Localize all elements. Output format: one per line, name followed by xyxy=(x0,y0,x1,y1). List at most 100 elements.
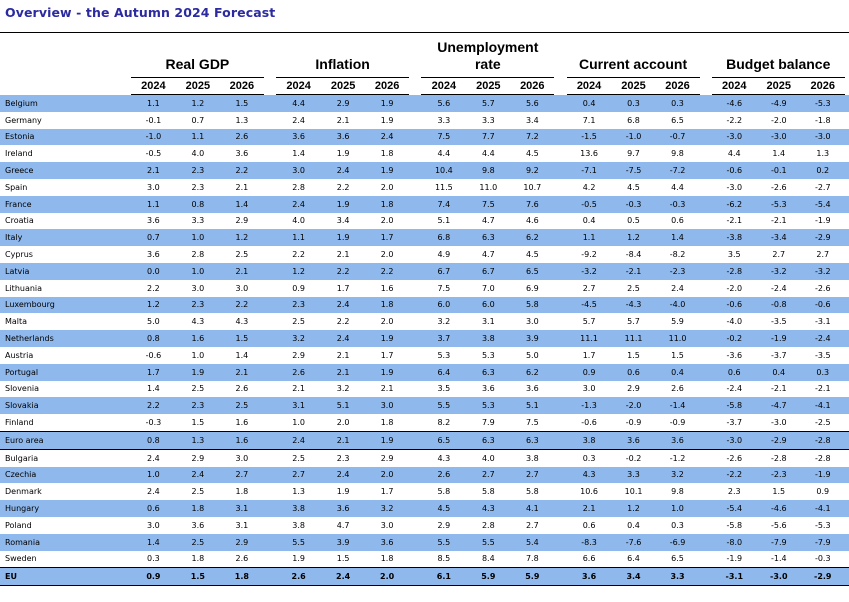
value-cell-real-gdp-2024: -0.1 xyxy=(145,115,162,125)
row-gap xyxy=(121,347,131,364)
table-row: Finland -0.3 1.5 1.6 1.0 2.0 1.8 8.2 7.9 7.5 -0.6 -… xyxy=(0,414,849,431)
value-cell-current-account-2025: 3.3 xyxy=(611,466,656,484)
row-gap xyxy=(121,280,131,297)
value-cell-real-gdp-2024: 1.1 xyxy=(130,94,176,112)
value-cell-real-gdp-2025: 0.8 xyxy=(175,195,220,213)
value-cell-inflation-2025: 2.9 xyxy=(321,94,366,112)
value-cell-real-gdp-2024: 0.8 xyxy=(130,330,176,347)
title-divider xyxy=(0,32,849,33)
value-cell-current-account-2024: 5.7 xyxy=(582,317,596,327)
value-cell-real-gdp-2026: 1.5 xyxy=(219,94,264,112)
row-gap xyxy=(699,567,712,586)
row-gap xyxy=(409,533,422,551)
value-cell-budget-balance-2026: 1.3 xyxy=(816,149,830,159)
value-cell-inflation-2026: 2.2 xyxy=(365,262,410,280)
country-label: Ireland xyxy=(5,149,33,159)
row-gap xyxy=(845,246,849,263)
row-gap xyxy=(554,551,566,568)
value-cell-real-gdp-2025: 1.6 xyxy=(175,330,220,347)
value-cell-current-account-2026: 6.5 xyxy=(671,115,684,125)
value-cell-budget-balance-2024: -2.6 xyxy=(726,453,743,463)
value-cell-inflation-2024: 2.5 xyxy=(292,317,305,327)
value-cell-real-gdp-2025: 2.8 xyxy=(191,250,205,260)
value-cell-unemployment-rate-2026: 7.6 xyxy=(510,195,555,213)
value-cell-inflation-2024: 3.2 xyxy=(276,330,322,347)
value-cell-real-gdp-2024: 0.9 xyxy=(130,567,176,586)
value-cell-unemployment-rate-2025: 7.0 xyxy=(481,283,495,293)
value-cell-budget-balance-2026: 0.2 xyxy=(800,162,845,179)
row-gap xyxy=(120,500,131,517)
row-gap xyxy=(699,430,712,450)
country-label: Italy xyxy=(0,229,121,247)
value-cell-unemployment-rate-2026: 2.7 xyxy=(510,466,555,484)
value-cell-inflation-2025: 2.2 xyxy=(321,262,366,280)
table-row: Latvia 0.0 1.0 2.1 1.2 2.2 2.2 6.7 6.7 6.5 -3.2 -2.… xyxy=(0,262,849,280)
value-cell-current-account-2024: -4.5 xyxy=(566,296,612,314)
value-cell-unemployment-rate-2026: 6.9 xyxy=(525,283,539,293)
value-cell-unemployment-rate-2024: 8.5 xyxy=(437,554,451,564)
value-cell-budget-balance-2026: -0.3 xyxy=(814,554,831,564)
value-cell-real-gdp-2026: 1.6 xyxy=(235,418,249,428)
value-cell-budget-balance-2026: -2.8 xyxy=(800,430,845,450)
value-cell-unemployment-rate-2026: 2.7 xyxy=(525,520,539,530)
value-cell-inflation-2025: 2.4 xyxy=(321,296,366,314)
value-cell-budget-balance-2025: -4.9 xyxy=(756,94,801,112)
country-label: Luxembourg xyxy=(0,296,121,314)
value-cell-current-account-2026: 11.0 xyxy=(655,330,700,347)
value-cell-real-gdp-2025: 1.9 xyxy=(175,363,220,381)
row-gap xyxy=(554,500,567,517)
value-cell-current-account-2026: -2.3 xyxy=(655,262,700,280)
row-gap xyxy=(700,381,712,398)
row-gap xyxy=(263,195,277,213)
row-gap xyxy=(409,162,422,179)
value-cell-budget-balance-2024: -2.1 xyxy=(726,216,743,226)
value-cell-current-account-2024: 0.4 xyxy=(566,94,612,112)
value-cell-unemployment-rate-2025: 9.8 xyxy=(466,162,511,179)
row-gap xyxy=(409,567,422,586)
value-cell-real-gdp-2024: 3.6 xyxy=(147,250,160,260)
year-header-real-gdp-2026: 2026 xyxy=(219,77,264,95)
row-gap xyxy=(554,381,566,398)
value-cell-current-account-2025: -0.2 xyxy=(625,453,642,463)
table-row: Belgium 1.1 1.2 1.5 4.4 2.9 1.9 5.6 5.7 5.6 0.4 0.3… xyxy=(0,94,849,112)
value-cell-inflation-2026: 2.0 xyxy=(380,182,394,192)
value-cell-real-gdp-2025: 2.5 xyxy=(191,384,205,394)
row-gap xyxy=(409,430,422,450)
header-gap xyxy=(700,78,712,95)
row-gap xyxy=(409,381,421,398)
country-label: Lithuania xyxy=(5,283,43,293)
value-cell-real-gdp-2026: 4.3 xyxy=(235,317,249,327)
value-cell-unemployment-rate-2025: 5.9 xyxy=(466,567,511,586)
value-cell-inflation-2025: 1.5 xyxy=(336,554,350,564)
value-cell-inflation-2026: 1.7 xyxy=(380,487,394,497)
value-cell-inflation-2025: 1.9 xyxy=(336,487,350,497)
group-header-current-account: Current account xyxy=(578,56,688,72)
value-cell-unemployment-rate-2026: 4.5 xyxy=(525,250,539,260)
row-gap xyxy=(699,330,712,347)
value-cell-unemployment-rate-2026: 6.2 xyxy=(510,363,555,381)
value-cell-budget-balance-2024: -1.9 xyxy=(726,554,743,564)
row-gap xyxy=(554,397,567,415)
header-gap xyxy=(264,35,276,78)
value-cell-current-account-2026: -1.2 xyxy=(669,453,686,463)
country-label: Malta xyxy=(5,317,28,327)
value-cell-unemployment-rate-2026: 6.3 xyxy=(510,430,555,450)
value-cell-budget-balance-2026: -0.6 xyxy=(800,296,845,314)
table-row: Sweden 0.3 1.8 2.6 1.9 1.5 1.8 8.5 8.4 7.8 6.6 6.4 6… xyxy=(0,551,849,568)
value-cell-unemployment-rate-2024: 5.6 xyxy=(421,94,467,112)
value-cell-inflation-2024: 3.8 xyxy=(276,500,322,517)
row-gap xyxy=(700,347,712,364)
value-cell-current-account-2026: 3.6 xyxy=(655,430,700,450)
value-cell-budget-balance-2025: -5.6 xyxy=(770,520,787,530)
value-cell-inflation-2024: 2.1 xyxy=(292,384,305,394)
row-gap xyxy=(409,112,421,129)
value-cell-inflation-2024: 2.9 xyxy=(292,350,305,360)
value-cell-unemployment-rate-2025: 5.7 xyxy=(466,94,511,112)
row-gap xyxy=(845,517,849,534)
value-cell-real-gdp-2024: 2.2 xyxy=(130,397,176,415)
value-cell-budget-balance-2026: -1.9 xyxy=(800,466,845,484)
row-gap xyxy=(409,280,421,297)
value-cell-current-account-2026: 3.3 xyxy=(655,567,700,586)
value-cell-inflation-2025: 3.2 xyxy=(336,384,350,394)
value-cell-real-gdp-2024: 0.3 xyxy=(147,554,160,564)
